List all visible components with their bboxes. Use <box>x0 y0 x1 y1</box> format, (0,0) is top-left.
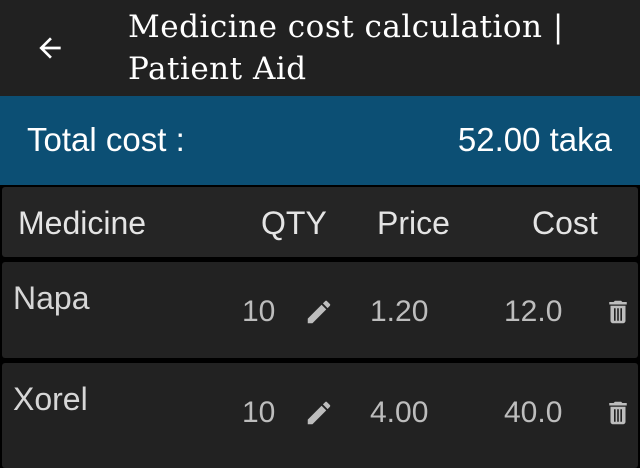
medicine-cost-screen: Medicine cost calculation | Patient Aid … <box>0 0 640 468</box>
medicine-price: 1.20 <box>370 295 429 328</box>
total-cost-value: 52.00 taka <box>457 121 612 158</box>
header-medicine: Medicine <box>18 205 147 241</box>
table-row: Napa 10 1.20 12.0 <box>2 262 638 358</box>
header-cost: Cost <box>532 205 598 241</box>
medicine-name: Xorel <box>13 381 88 417</box>
pencil-icon <box>307 300 331 324</box>
medicine-cost: 40.0 <box>504 396 563 429</box>
header-price: Price <box>377 205 450 241</box>
table-header: Medicine QTY Price Cost <box>2 187 638 257</box>
app-bar: Medicine cost calculation | Patient Aid <box>0 0 640 96</box>
arrow-left-icon <box>39 37 61 59</box>
total-cost-bar: Total cost : 52.00 taka <box>0 96 640 185</box>
delete-row-button[interactable] <box>598 393 638 433</box>
medicine-name: Napa <box>13 280 90 316</box>
trash-icon <box>609 300 627 324</box>
trash-icon <box>609 401 627 425</box>
total-cost-label: Total cost : <box>27 121 185 158</box>
table-row: Xorel 10 4.00 40.0 <box>2 363 638 468</box>
medicine-price: 4.00 <box>370 396 429 429</box>
page-title: Medicine cost calculation | Patient Aid <box>128 9 564 87</box>
medicine-qty: 10 <box>242 396 276 429</box>
edit-qty-button[interactable] <box>299 393 339 433</box>
back-button[interactable] <box>22 24 78 72</box>
header-qty: QTY <box>261 205 327 241</box>
medicine-cost: 12.0 <box>504 295 563 328</box>
edit-qty-button[interactable] <box>299 292 339 332</box>
delete-row-button[interactable] <box>598 292 638 332</box>
pencil-icon <box>307 401 331 425</box>
medicine-qty: 10 <box>242 295 276 328</box>
